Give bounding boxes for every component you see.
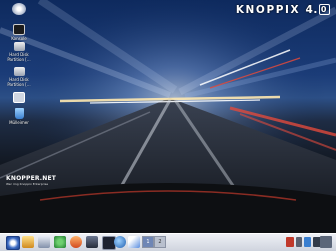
konqueror-icon[interactable] xyxy=(70,236,82,248)
wallpaper xyxy=(0,0,336,233)
brand-name: KNOPPIX xyxy=(235,4,301,16)
konsole-icon xyxy=(13,24,25,35)
watermark-subtitle: Wer ring Knoppix Enterprise xyxy=(6,182,49,186)
desktop-icon-hard-disk-2[interactable]: Hard Disk Partition [... xyxy=(1,67,37,87)
desktop-icon-konsole[interactable]: Konsole xyxy=(1,24,37,41)
speaker-icon[interactable] xyxy=(296,237,302,247)
desktop-icon-floppy[interactable] xyxy=(1,92,37,104)
knopper-net-watermark: KNOPPER.NET Wer ring Knoppix Enterprise xyxy=(6,175,56,186)
home-icon[interactable] xyxy=(22,236,34,248)
brand-version-major: 4. xyxy=(305,4,318,16)
desktop-icon-label: Hard Disk Partition [... xyxy=(7,52,31,62)
desktop-icon-label: Hard Disk Partition [... xyxy=(7,77,31,87)
desktop-icon-trash[interactable]: Mülleimer xyxy=(1,108,37,125)
monitor-icon[interactable] xyxy=(86,236,98,248)
kde-menu-icon[interactable] xyxy=(6,236,20,250)
trash-icon xyxy=(14,108,24,119)
clock[interactable] xyxy=(320,236,332,248)
kget-icon[interactable] xyxy=(54,236,66,248)
desktop-icon-label: Konsole xyxy=(11,36,27,41)
cdrom-icon xyxy=(12,3,26,15)
feather-icon[interactable] xyxy=(128,236,140,248)
desktop: KNOPPIX 4. 0 Konsole Hard Disk Partition … xyxy=(0,0,336,233)
desktop-icon-label: Mülleimer xyxy=(9,120,29,125)
desktop-icon-hard-disk-1[interactable]: Hard Disk Partition [... xyxy=(1,42,37,62)
terminal-icon[interactable] xyxy=(38,236,50,248)
system-tray xyxy=(286,237,321,247)
desktop-icon-cd[interactable] xyxy=(1,3,37,16)
brand-version-minor: 0 xyxy=(318,4,330,15)
globe-icon[interactable] xyxy=(114,236,126,248)
watermark-title: KNOPPER.NET xyxy=(6,175,57,182)
hard-disk-icon xyxy=(13,42,25,51)
knoppix-logo: KNOPPIX 4. 0 xyxy=(236,4,330,16)
pager-desktop-2[interactable]: 2 xyxy=(154,236,166,248)
floppy-icon xyxy=(13,92,25,103)
keyboard-icon[interactable] xyxy=(286,237,294,247)
kde-panel: 1 2 xyxy=(0,233,336,251)
hard-disk-icon xyxy=(13,67,25,76)
desktop-pager: 1 2 xyxy=(142,236,166,248)
network-icon[interactable] xyxy=(304,237,311,247)
pager-desktop-1[interactable]: 1 xyxy=(142,236,154,248)
